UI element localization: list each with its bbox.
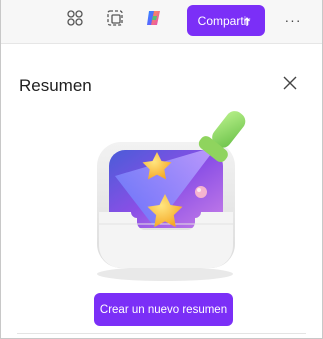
create-new-summary-button[interactable]: Crear un nuevo resumen	[94, 293, 233, 326]
close-icon[interactable]	[282, 75, 298, 91]
panel-title: Resumen	[19, 76, 92, 95]
app-window: Compartir ··· Resumen Crear un nuevo res…	[0, 0, 323, 339]
apps-grid-icon[interactable]	[65, 8, 85, 28]
broom-cleaning-tray-illustration	[85, 106, 255, 286]
copilot-icon[interactable]	[144, 8, 164, 28]
more-options-button[interactable]: ···	[283, 10, 303, 30]
divider	[17, 333, 306, 334]
dashed-select-icon[interactable]	[105, 8, 125, 28]
share-button[interactable]: Compartir	[187, 5, 265, 36]
share-caret-icon	[243, 16, 251, 26]
top-toolbar: Compartir ···	[1, 0, 322, 44]
